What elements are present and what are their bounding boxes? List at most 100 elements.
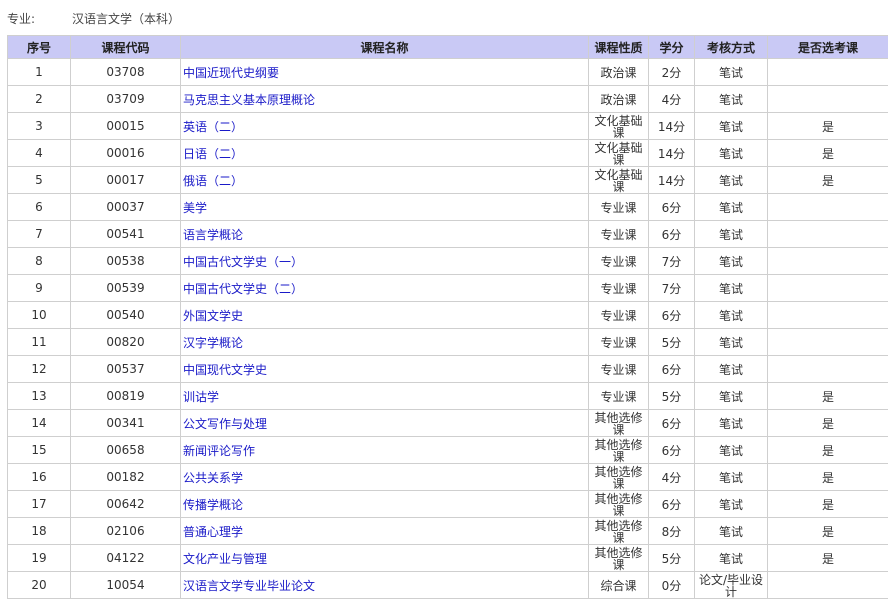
cell-no: 13 <box>7 382 71 410</box>
cell-nature: 专业课 <box>588 382 649 410</box>
header-elective: 是否选考课 <box>767 35 888 59</box>
course-name-link[interactable]: 外国文学史 <box>183 309 243 323</box>
cell-exam: 笔试 <box>694 409 768 437</box>
cell-credit: 0分 <box>648 571 695 599</box>
cell-nature: 其他选修课 <box>588 490 649 518</box>
cell-nature: 政治课 <box>588 58 649 86</box>
cell-course-name: 俄语（二） <box>180 166 589 194</box>
cell-nature-text: 其他选修课 <box>594 518 643 544</box>
cell-elective <box>767 247 888 275</box>
cell-course-name: 公共关系学 <box>180 463 589 491</box>
cell-nature: 其他选修课 <box>588 517 649 545</box>
cell-nature-text: 其他选修课 <box>594 491 643 517</box>
header-exam: 考核方式 <box>694 35 768 59</box>
course-name-link[interactable]: 中国现代文学史 <box>183 363 267 377</box>
cell-no: 5 <box>7 166 71 194</box>
cell-no: 3 <box>7 112 71 140</box>
cell-nature-text: 其他选修课 <box>594 437 643 463</box>
cell-course-name: 中国古代文学史（二） <box>180 274 589 302</box>
cell-elective: 是 <box>767 139 888 167</box>
course-name-link[interactable]: 传播学概论 <box>183 498 243 512</box>
cell-elective: 是 <box>767 517 888 545</box>
course-name-link[interactable]: 马克思主义基本原理概论 <box>183 93 315 107</box>
cell-exam: 笔试 <box>694 193 768 221</box>
cell-no: 18 <box>7 517 71 545</box>
cell-no: 9 <box>7 274 71 302</box>
course-name-link[interactable]: 中国古代文学史（二） <box>183 282 303 296</box>
cell-elective: 是 <box>767 382 888 410</box>
cell-no: 8 <box>7 247 71 275</box>
course-name-link[interactable]: 英语（二） <box>183 120 243 134</box>
course-name-link[interactable]: 普通心理学 <box>183 525 243 539</box>
cell-credit: 5分 <box>648 544 695 572</box>
cell-code: 00538 <box>70 247 181 275</box>
cell-nature: 专业课 <box>588 274 649 302</box>
cell-exam: 笔试 <box>694 139 768 167</box>
table-row: 11 00820 汉字学概论 专业课 5分 笔试 <box>7 328 888 356</box>
cell-elective <box>767 193 888 221</box>
course-name-link[interactable]: 美学 <box>183 201 207 215</box>
table-row: 5 00017 俄语（二） 文化基础课 14分 笔试是 <box>7 166 888 194</box>
cell-course-name: 普通心理学 <box>180 517 589 545</box>
cell-course-name: 汉语言文学专业毕业论文 <box>180 571 589 599</box>
table-row: 14 00341 公文写作与处理 其他选修课 6分 笔试是 <box>7 409 888 437</box>
course-name-link[interactable]: 文化产业与管理 <box>183 552 267 566</box>
course-name-link[interactable]: 训诂学 <box>183 390 219 404</box>
cell-elective: 是 <box>767 409 888 437</box>
cell-exam: 笔试 <box>694 517 768 545</box>
cell-code: 00539 <box>70 274 181 302</box>
course-name-link[interactable]: 新闻评论写作 <box>183 444 255 458</box>
table-row: 3 00015 英语（二） 文化基础课 14分 笔试是 <box>7 112 888 140</box>
cell-elective: 是 <box>767 112 888 140</box>
cell-code: 00537 <box>70 355 181 383</box>
cell-course-name: 中国现代文学史 <box>180 355 589 383</box>
cell-code: 00658 <box>70 436 181 464</box>
course-name-link[interactable]: 中国古代文学史（一） <box>183 255 303 269</box>
cell-code: 00540 <box>70 301 181 329</box>
course-name-link[interactable]: 中国近现代史纲要 <box>183 66 279 80</box>
cell-credit: 7分 <box>648 274 695 302</box>
cell-elective <box>767 301 888 329</box>
cell-no: 12 <box>7 355 71 383</box>
course-name-link[interactable]: 日语（二） <box>183 147 243 161</box>
cell-credit: 14分 <box>648 166 695 194</box>
cell-nature: 专业课 <box>588 355 649 383</box>
table-row: 9 00539 中国古代文学史（二） 专业课 7分 笔试 <box>7 274 888 302</box>
cell-exam: 笔试 <box>694 166 768 194</box>
table-row: 17 00642 传播学概论 其他选修课 6分 笔试是 <box>7 490 888 518</box>
cell-no: 7 <box>7 220 71 248</box>
cell-course-name: 语言学概论 <box>180 220 589 248</box>
cell-credit: 6分 <box>648 220 695 248</box>
cell-credit: 8分 <box>648 517 695 545</box>
cell-elective: 是 <box>767 166 888 194</box>
cell-credit: 4分 <box>648 463 695 491</box>
cell-credit: 5分 <box>648 328 695 356</box>
cell-exam: 笔试 <box>694 274 768 302</box>
cell-exam: 笔试 <box>694 355 768 383</box>
cell-course-name: 公文写作与处理 <box>180 409 589 437</box>
cell-credit: 4分 <box>648 85 695 113</box>
course-name-link[interactable]: 公文写作与处理 <box>183 417 267 431</box>
cell-credit: 6分 <box>648 409 695 437</box>
course-name-link[interactable]: 汉字学概论 <box>183 336 243 350</box>
cell-nature-text: 其他选修课 <box>594 545 643 571</box>
table-header-row: 序号 课程代码 课程名称 课程性质 学分 考核方式 是否选考课 <box>7 35 888 59</box>
cell-code: 00037 <box>70 193 181 221</box>
cell-exam: 笔试 <box>694 463 768 491</box>
cell-exam: 笔试 <box>694 220 768 248</box>
cell-no: 20 <box>7 571 71 599</box>
cell-exam: 笔试 <box>694 58 768 86</box>
course-name-link[interactable]: 公共关系学 <box>183 471 243 485</box>
table-row: 15 00658 新闻评论写作 其他选修课 6分 笔试是 <box>7 436 888 464</box>
cell-code: 00015 <box>70 112 181 140</box>
cell-no: 15 <box>7 436 71 464</box>
course-name-link[interactable]: 语言学概论 <box>183 228 243 242</box>
cell-no: 6 <box>7 193 71 221</box>
course-name-link[interactable]: 汉语言文学专业毕业论文 <box>183 579 315 593</box>
cell-elective <box>767 571 888 599</box>
cell-elective <box>767 274 888 302</box>
cell-code: 02106 <box>70 517 181 545</box>
cell-exam: 笔试 <box>694 112 768 140</box>
course-name-link[interactable]: 俄语（二） <box>183 174 243 188</box>
cell-exam: 笔试 <box>694 328 768 356</box>
